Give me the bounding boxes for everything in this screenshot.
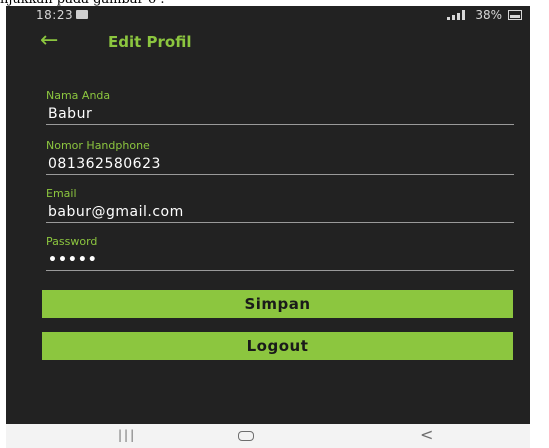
save-button[interactable]: Simpan: [42, 290, 513, 318]
signal-icon: [447, 10, 469, 20]
page-title: Edit Profil: [108, 33, 192, 51]
password-field: Password •••••: [46, 234, 514, 271]
phone-label: Nomor Handphone: [46, 139, 150, 152]
home-icon[interactable]: [238, 431, 254, 441]
battery-percent: 38%: [475, 8, 502, 22]
phone-input[interactable]: 081362580623: [46, 154, 514, 175]
back-arrow-icon[interactable]: ←: [40, 30, 58, 52]
recent-apps-icon[interactable]: |||: [118, 428, 136, 442]
email-field: Email babur@gmail.com: [46, 186, 514, 223]
phone-field: Nomor Handphone 081362580623: [46, 138, 514, 175]
email-label: Email: [46, 187, 77, 200]
status-bar: 18:23 38%: [6, 6, 530, 26]
mail-notification-icon: [76, 10, 88, 19]
system-back-icon[interactable]: <: [420, 425, 433, 444]
email-input[interactable]: babur@gmail.com: [46, 202, 514, 223]
name-field: Nama Anda Babur: [46, 88, 514, 125]
password-input[interactable]: •••••: [46, 250, 514, 271]
phone-screen: 18:23 38% ← Edit Profil Nama Anda Babur …: [6, 6, 530, 424]
status-time: 18:23: [36, 8, 74, 22]
system-nav-bar: ||| <: [6, 424, 530, 448]
battery-icon: [508, 10, 522, 20]
name-input[interactable]: Babur: [46, 104, 514, 125]
name-label: Nama Anda: [46, 89, 111, 102]
password-label: Password: [46, 235, 98, 248]
app-bar: ← Edit Profil: [6, 26, 530, 60]
logout-button[interactable]: Logout: [42, 332, 513, 360]
status-right-group: 38%: [447, 8, 522, 22]
